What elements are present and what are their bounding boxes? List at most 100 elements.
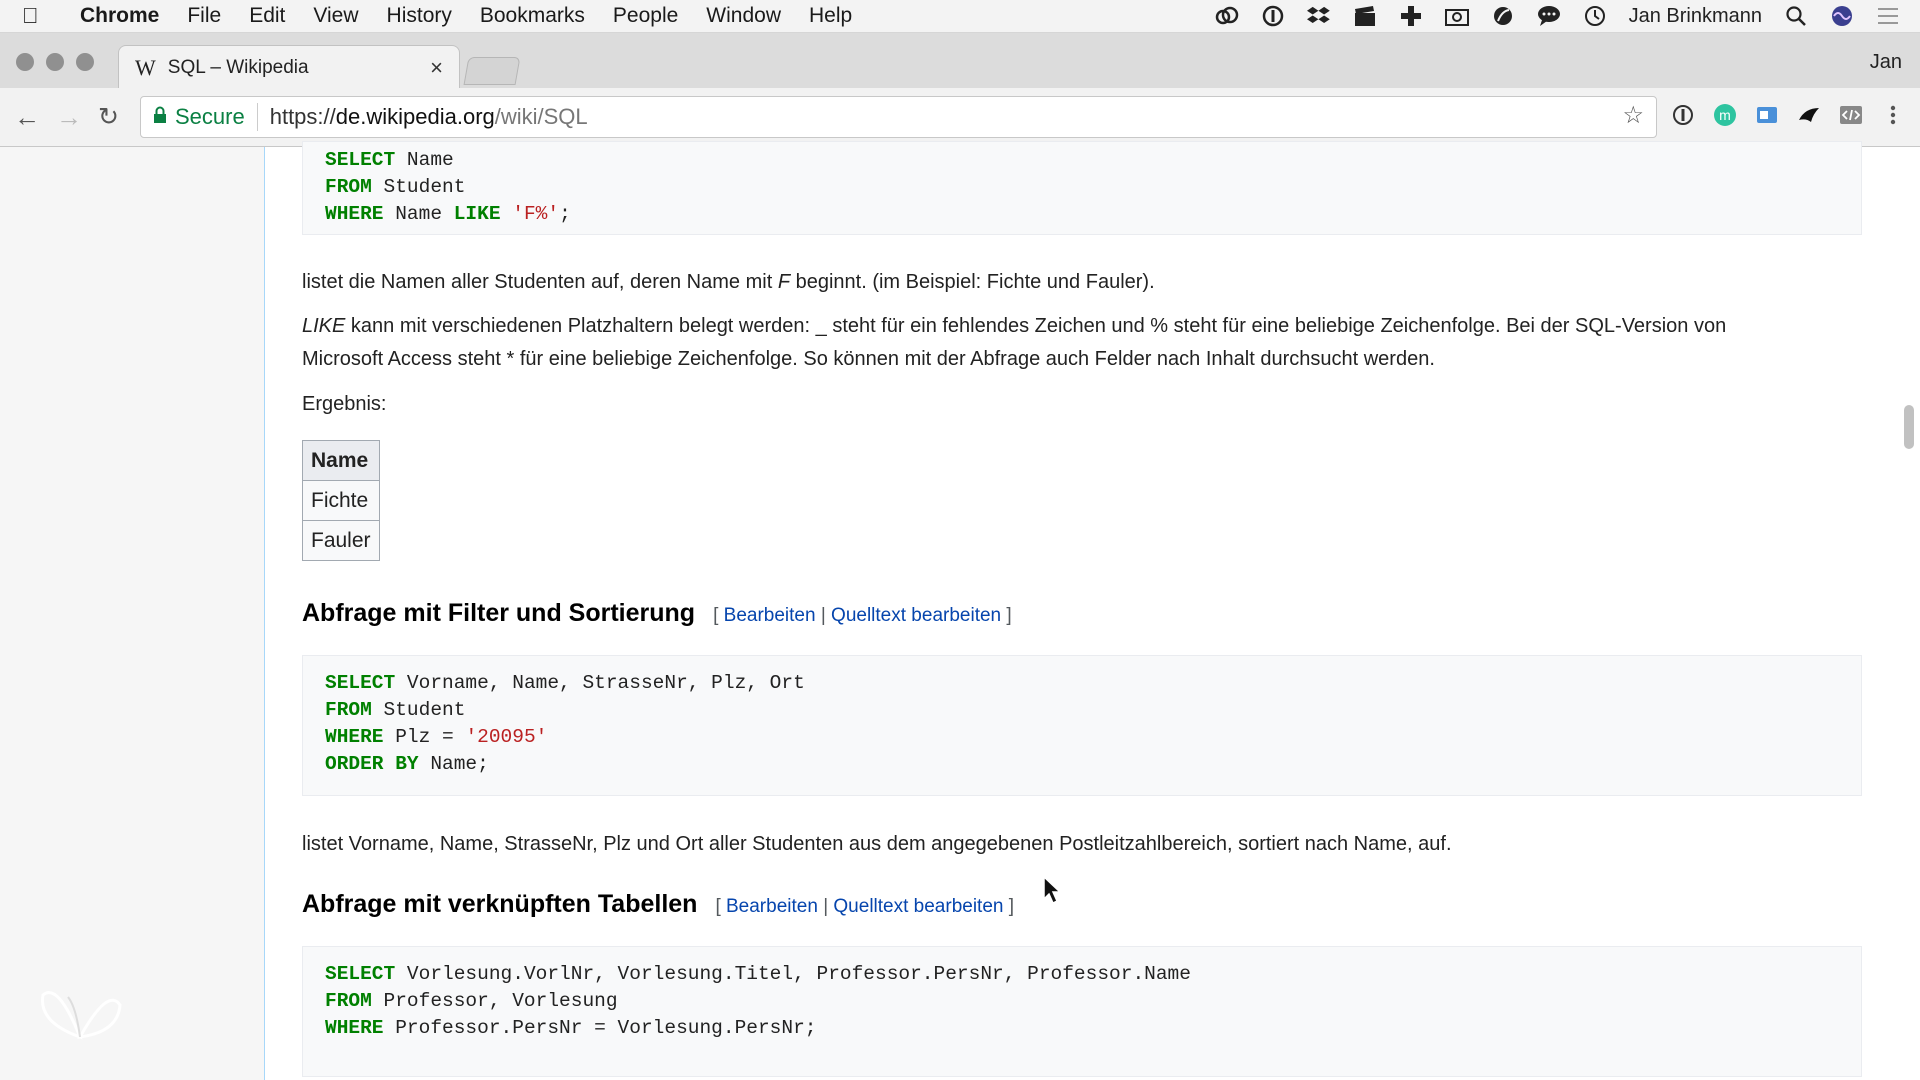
paragraph-filter-sort-explanation: listet Vorname, Name, StrasseNr, Plz und… bbox=[302, 833, 1452, 855]
bracket-open: [ bbox=[713, 605, 719, 626]
menubar-user-name[interactable]: Jan Brinkmann bbox=[1629, 5, 1762, 28]
p1-text-after: beginnt. (im Beispiel: Fichte und Fauler… bbox=[790, 271, 1155, 293]
code-line: WHERE Name LIKE 'F%'; bbox=[325, 201, 1839, 228]
bracket-close: ] bbox=[1006, 605, 1012, 626]
forward-arrow-icon[interactable]: → bbox=[56, 102, 82, 133]
sql-keyword: FROM bbox=[325, 990, 372, 1012]
url-text[interactable]: https://de.wikipedia.org/wiki/SQL bbox=[270, 104, 588, 130]
section-heading-filter-sort: Abfrage mit Filter und Sortierung [ Bearb… bbox=[302, 597, 1012, 632]
code-line: FROM Student bbox=[325, 697, 1839, 724]
result-table-header: Name bbox=[302, 440, 380, 481]
notification-center-icon[interactable] bbox=[1876, 4, 1900, 28]
wikipedia-sidebar bbox=[0, 147, 265, 1080]
sql-text: Vorlesung.VorlNr, Vorlesung.Titel, Profe… bbox=[395, 963, 1191, 985]
sql-text: Name bbox=[383, 203, 454, 225]
window-zoom-button[interactable] bbox=[76, 53, 94, 71]
menu-help[interactable]: Help bbox=[809, 4, 852, 28]
code-line: SELECT Vorname, Name, StrasseNr, Plz, Or… bbox=[325, 670, 1839, 697]
code-line: WHERE Professor.PersNr = Vorlesung.PersN… bbox=[325, 1015, 1839, 1042]
code-block-filter-sort: SELECT Vorname, Name, StrasseNr, Plz, Or… bbox=[302, 655, 1862, 796]
macos-menubar:  Chrome File Edit View History Bookmark… bbox=[0, 0, 1920, 33]
profile-button[interactable]: Jan bbox=[1870, 51, 1902, 74]
menu-file[interactable]: File bbox=[187, 4, 221, 28]
p2-line2: Microsoft Access steht * für eine belieb… bbox=[302, 348, 1435, 370]
url-scheme: https:// bbox=[269, 104, 336, 129]
paragraph-like-explanation: listet die Namen aller Studenten auf, de… bbox=[302, 266, 1842, 299]
m-extension-icon[interactable]: m bbox=[1712, 102, 1738, 128]
bird-extension-icon[interactable] bbox=[1796, 102, 1822, 128]
source-edit-link[interactable]: Quelltext bearbeiten bbox=[833, 896, 1003, 917]
p2-line1: kann mit verschiedenen Platzhaltern bele… bbox=[345, 315, 1727, 337]
sql-text: Professor.PersNr = Vorlesung.PersNr; bbox=[383, 1017, 817, 1039]
url-path: /wiki/SQL bbox=[494, 104, 588, 129]
window-minimize-button[interactable] bbox=[46, 53, 64, 71]
edit-links: [ Bearbeiten | Quelltext bearbeiten ] bbox=[713, 605, 1012, 626]
chat-bubble-icon[interactable] bbox=[1537, 4, 1561, 28]
secure-label: Secure bbox=[175, 104, 245, 129]
menubar-status-area: Jan Brinkmann bbox=[1215, 0, 1900, 32]
bracket-open: [ bbox=[715, 896, 721, 917]
plus-cross-icon[interactable] bbox=[1399, 4, 1423, 28]
camera-icon[interactable] bbox=[1444, 4, 1469, 28]
code-line: ORDER BY Name; bbox=[325, 751, 1839, 778]
sql-text: Name; bbox=[418, 753, 489, 775]
password-extension-icon[interactable] bbox=[1670, 102, 1696, 128]
address-separator bbox=[256, 103, 258, 131]
menu-window[interactable]: Window bbox=[706, 4, 781, 28]
tab-title: SQL – Wikipedia bbox=[167, 56, 309, 78]
menu-app-chrome[interactable]: Chrome bbox=[80, 4, 159, 28]
code-block-like: SELECT Name FROM Student WHERE Name LIKE '… bbox=[302, 141, 1862, 235]
password-manager-icon[interactable] bbox=[1261, 4, 1285, 28]
chrome-menu-icon[interactable] bbox=[1880, 102, 1906, 128]
sql-string: '20095' bbox=[465, 726, 548, 748]
menu-people[interactable]: People bbox=[613, 4, 678, 28]
section-heading-joined-tables: Abfrage mit verknüpften Tabellen [ Bearbe… bbox=[302, 888, 1014, 923]
spotlight-search-icon[interactable] bbox=[1784, 4, 1808, 28]
tab-sql-wikipedia[interactable]: W SQL – Wikipedia × bbox=[118, 45, 460, 89]
sql-text: Student bbox=[371, 176, 466, 198]
source-edit-link[interactable]: Quelltext bearbeiten bbox=[831, 605, 1001, 626]
reload-icon[interactable]: ↻ bbox=[98, 102, 119, 132]
apple-menu-icon[interactable]:  bbox=[22, 3, 62, 29]
heading-text: Abfrage mit Filter und Sortierung bbox=[302, 599, 696, 627]
result-table-cell: Fichte bbox=[302, 480, 380, 521]
edit-link[interactable]: Bearbeiten bbox=[726, 896, 818, 917]
creative-cloud-icon[interactable] bbox=[1215, 4, 1239, 28]
extensions-area: m bbox=[1670, 102, 1906, 128]
sql-keyword: FROM bbox=[325, 699, 372, 721]
code-line: FROM Professor, Vorlesung bbox=[325, 988, 1839, 1015]
result-table: Name Fichte Fauler bbox=[302, 440, 380, 561]
code-line: FROM Student bbox=[325, 174, 1839, 201]
bookmark-star-icon[interactable]: ☆ bbox=[1622, 101, 1644, 130]
edit-link[interactable]: Bearbeiten bbox=[724, 605, 816, 626]
sql-text: Plz = bbox=[383, 726, 466, 748]
code-extension-icon[interactable] bbox=[1838, 102, 1864, 128]
p1-text-before: listet die Namen aller Studenten auf, de… bbox=[302, 271, 778, 293]
paragraph-like-wildcards: LIKE kann mit verschiedenen Platzhaltern… bbox=[302, 310, 1842, 376]
back-arrow-icon[interactable]: ← bbox=[14, 102, 40, 133]
dropbox-icon[interactable] bbox=[1306, 4, 1331, 28]
window-close-button[interactable] bbox=[16, 53, 34, 71]
p1-italic-f: F bbox=[777, 271, 791, 293]
menu-view[interactable]: View bbox=[313, 4, 358, 28]
time-machine-icon[interactable] bbox=[1583, 4, 1607, 28]
siri-icon[interactable] bbox=[1830, 4, 1854, 28]
tab-close-icon[interactable]: × bbox=[430, 55, 443, 81]
sql-text: Vorname, Name, StrasseNr, Plz, Ort bbox=[395, 672, 805, 694]
address-bar[interactable]: Secure https://de.wikipedia.org/wiki/SQL… bbox=[140, 96, 1657, 138]
sql-text: ; bbox=[559, 203, 571, 225]
clapper-icon[interactable] bbox=[1353, 4, 1377, 28]
sql-keyword: SELECT bbox=[325, 963, 396, 985]
window-extension-icon[interactable] bbox=[1754, 102, 1780, 128]
web-page-viewport: SELECT Name FROM Student WHERE Name LIKE '… bbox=[0, 141, 1920, 1080]
mouse-pointer-icon bbox=[1043, 875, 1062, 905]
edit-links: [ Bearbeiten | Quelltext bearbeiten ] bbox=[715, 896, 1014, 917]
menu-bookmarks[interactable]: Bookmarks bbox=[480, 4, 585, 28]
menu-history[interactable]: History bbox=[387, 4, 452, 28]
new-tab-button[interactable] bbox=[463, 57, 521, 85]
heading-text: Abfrage mit verknüpften Tabellen bbox=[302, 890, 698, 918]
menu-edit[interactable]: Edit bbox=[249, 4, 285, 28]
page-scrollbar-thumb[interactable] bbox=[1904, 405, 1914, 449]
result-table-cell: Fauler bbox=[302, 520, 380, 561]
leaf-icon[interactable] bbox=[1491, 4, 1515, 28]
